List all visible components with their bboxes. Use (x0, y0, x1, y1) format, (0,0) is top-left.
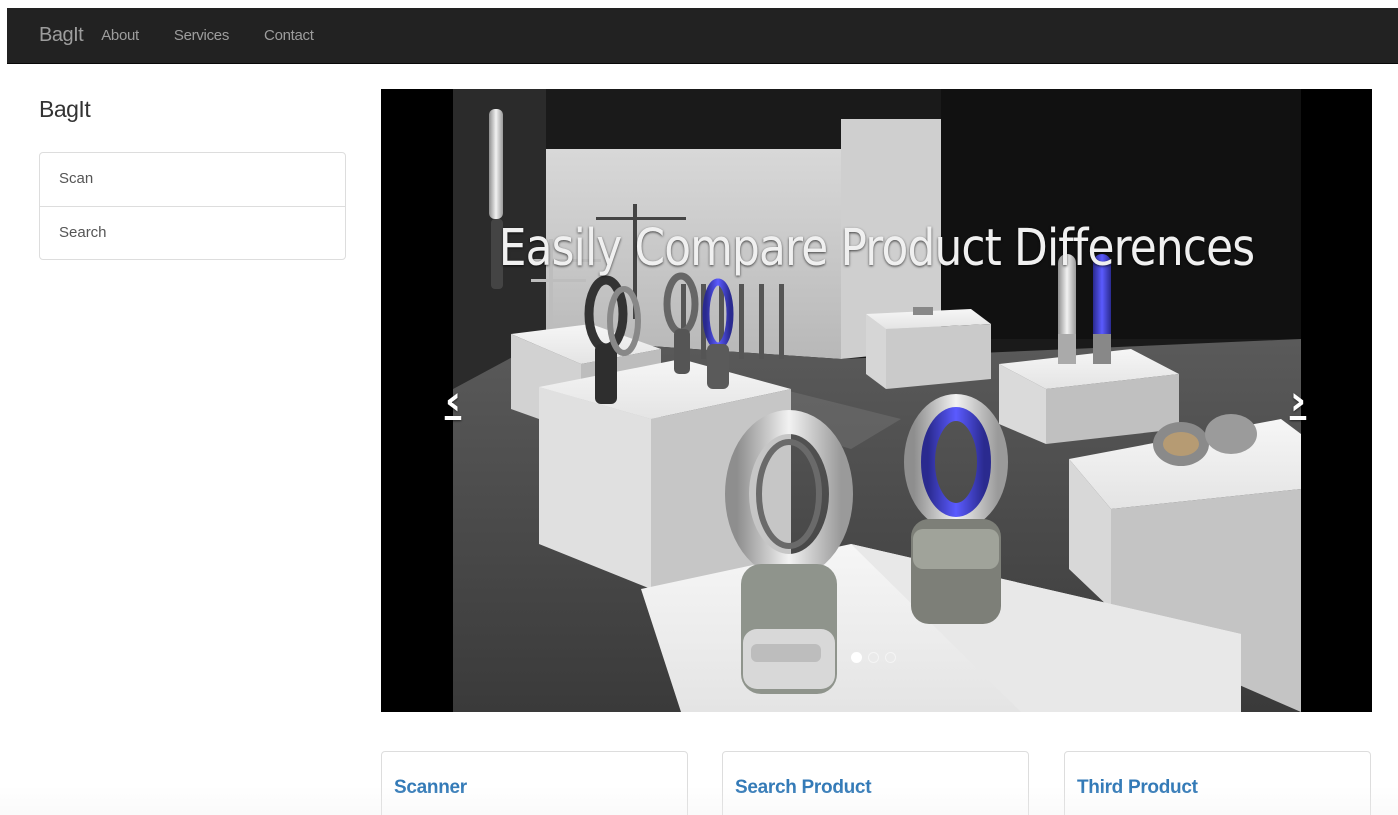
carousel-caption: Easily Compare Product Differences (498, 219, 1255, 278)
sidebar-item-scan[interactable]: Scan (40, 153, 345, 206)
panel-title-third-product[interactable]: Third Product (1077, 777, 1370, 799)
chevron-right-icon: › (1289, 378, 1307, 424)
nav-link-about[interactable]: About (101, 27, 139, 44)
carousel-indicator-2[interactable] (868, 652, 879, 663)
carousel-next-button[interactable]: › (1278, 381, 1318, 421)
top-navbar: BagIt About Services Contact (7, 8, 1398, 64)
panel-search-product: Search Product (722, 751, 1029, 815)
carousel-indicator-3[interactable] (885, 652, 896, 663)
panel-title-scanner[interactable]: Scanner (394, 777, 687, 799)
panel-third-product: Third Product (1064, 751, 1371, 815)
sidebar-list: Scan Search (39, 152, 346, 260)
hero-carousel[interactable]: Easily Compare Product Differences ‹ › (381, 89, 1372, 712)
chevron-left-icon: ‹ (444, 378, 462, 424)
panel-title-search-product[interactable]: Search Product (735, 777, 1028, 799)
nav-link-contact[interactable]: Contact (264, 27, 314, 44)
carousel-indicator-1[interactable] (851, 652, 862, 663)
carousel-slide-image (453, 89, 1301, 712)
navbar-brand[interactable]: BagIt (39, 24, 84, 47)
nav-link-services[interactable]: Services (174, 27, 229, 44)
sidebar-item-search[interactable]: Search (40, 206, 345, 259)
carousel-prev-button[interactable]: ‹ (433, 381, 473, 421)
carousel-caption-wrap: Easily Compare Product Differences (381, 219, 1372, 278)
sidebar-title: BagIt (39, 96, 91, 122)
panel-scanner: Scanner (381, 751, 688, 815)
carousel-indicators (851, 652, 896, 663)
